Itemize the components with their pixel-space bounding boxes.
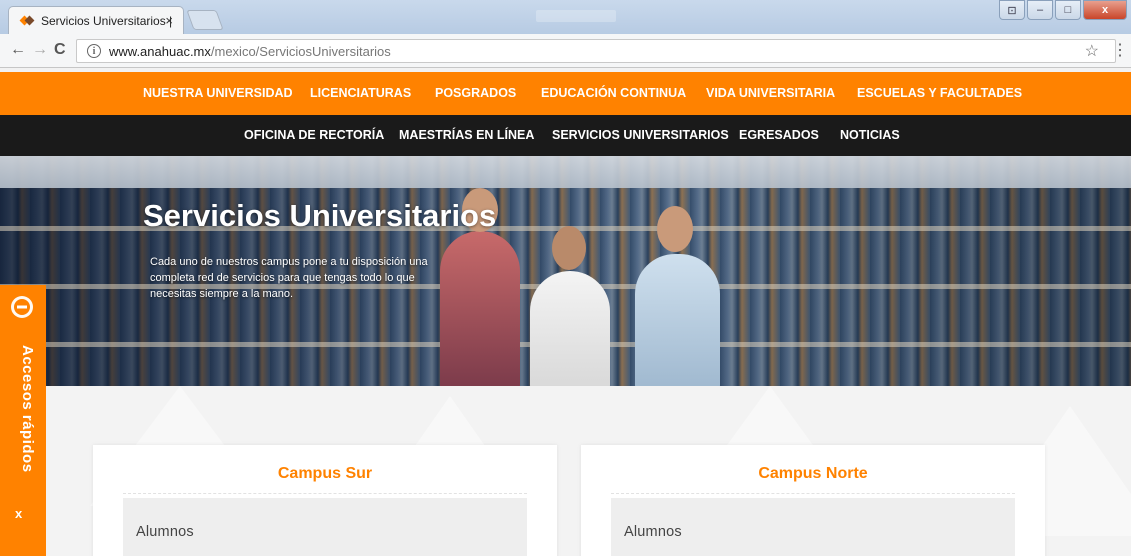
page-title: Servicios Universitarios <box>143 198 497 233</box>
main-content: Campus Sur Alumnos Campus Norte Alumnos <box>0 386 1131 556</box>
nav-educacion-continua[interactable]: EDUCACIÓN CONTINUA <box>541 72 686 115</box>
url-path: /mexico/ServiciosUniversitarios <box>210 43 391 59</box>
student-figure <box>635 254 720 386</box>
nav-servicios-universitarios[interactable]: SERVICIOS UNIVERSITARIOS <box>552 115 729 156</box>
student-figure <box>530 271 610 386</box>
campus-card: Campus Norte Alumnos <box>581 445 1045 556</box>
url-host: www.anahuac.mx <box>109 43 211 59</box>
campus-card: Campus Sur Alumnos <box>93 445 557 556</box>
campus-title: Campus Norte <box>758 465 868 482</box>
address-bar: ← → C i www.anahuac.mx/mexico/ServiciosU… <box>0 34 1131 68</box>
window-close-button[interactable]: x <box>1083 0 1127 20</box>
campus-title: Campus Sur <box>277 465 373 482</box>
nav-escuelas-y-facultades[interactable]: ESCUELAS Y FACULTADES <box>857 72 1022 115</box>
accordion-item[interactable]: Alumnos <box>611 498 1015 556</box>
nav-posgrados[interactable]: POSGRADOS <box>435 72 516 115</box>
nav-oficina-de-rectoria[interactable]: OFICINA DE RECTORÍA <box>244 115 384 156</box>
new-tab-button[interactable] <box>186 10 224 30</box>
student-head <box>657 206 693 252</box>
tab-title: Servicios Universitarios | <box>41 13 173 28</box>
student-figure <box>440 231 520 386</box>
quick-access-label: Accesos rápidos <box>19 345 36 473</box>
nav-egresados[interactable]: EGRESADOS <box>739 115 819 156</box>
back-arrow-icon[interactable]: ← <box>10 41 26 59</box>
nav-vida-universitaria[interactable]: VIDA UNIVERSITARIA <box>706 72 835 115</box>
divider <box>123 493 527 494</box>
quick-access-panel[interactable]: Accesos rápidos x <box>0 285 46 556</box>
hero-description: Cada uno de nuestros campus pone a tu di… <box>150 256 428 300</box>
nav-maestrias-en-linea[interactable]: MAESTRÍAS EN LÍNEA <box>399 115 534 156</box>
student-head <box>552 226 586 270</box>
quick-access-close-icon[interactable]: x <box>15 506 22 521</box>
forward-arrow-icon[interactable]: → <box>32 41 48 59</box>
browser-tab[interactable]: Servicios Universitarios | × <box>8 6 184 34</box>
bookmark-star-icon[interactable]: ☆ <box>1085 41 1099 61</box>
site-info-icon[interactable]: i <box>87 44 101 58</box>
divider <box>611 493 1015 494</box>
minimize-button[interactable]: – <box>1027 0 1053 20</box>
reload-icon[interactable]: C <box>54 41 66 59</box>
maximize-button[interactable]: □ <box>1055 0 1081 20</box>
window-title <box>536 10 616 22</box>
browser-menu-icon[interactable]: ⋮ <box>1112 40 1128 60</box>
site-favicon-icon <box>19 15 35 26</box>
accordion-item[interactable]: Alumnos <box>123 498 527 556</box>
nav-nuestra-universidad[interactable]: NUESTRA UNIVERSIDAD <box>143 72 293 115</box>
window-controls: ⊡ – □ x <box>999 0 1127 20</box>
window-user-icon[interactable]: ⊡ <box>999 0 1025 20</box>
secondary-nav: OFICINA DE RECTORÍA MAESTRÍAS EN LÍNEA S… <box>0 115 1131 156</box>
browser-tab-bar: Servicios Universitarios | × ⊡ – □ x <box>0 0 1131 34</box>
tab-close-icon[interactable]: × <box>165 13 173 28</box>
nav-licenciaturas[interactable]: LICENCIATURAS <box>310 72 411 115</box>
url-input[interactable]: i www.anahuac.mx/mexico/ServiciosUnivers… <box>76 39 1116 63</box>
nav-noticias[interactable]: NOTICIAS <box>840 115 900 156</box>
primary-nav: NUESTRA UNIVERSIDAD LICENCIATURAS POSGRA… <box>0 72 1131 115</box>
quick-access-icon <box>11 296 33 318</box>
